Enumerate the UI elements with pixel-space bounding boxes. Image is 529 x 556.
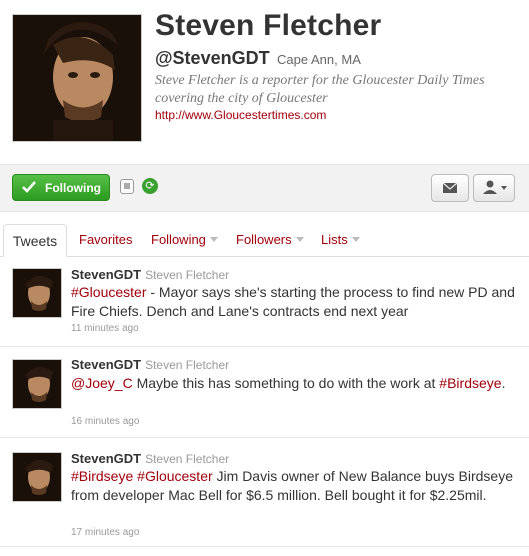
check-icon — [22, 181, 36, 193]
profile-tabs: Tweets Favorites Following Followers Lis… — [0, 224, 529, 257]
user-actions-button[interactable] — [473, 174, 515, 202]
tab-tweets-label: Tweets — [12, 233, 58, 249]
action-bar: Following ⟳ — [0, 164, 529, 212]
profile-avatar[interactable] — [12, 14, 142, 142]
tweet-fullname: Steven Fletcher — [145, 358, 230, 372]
tab-lists[interactable]: Lists — [321, 224, 360, 255]
tweet-username[interactable]: StevenGDT — [71, 357, 141, 372]
following-label: Following — [45, 181, 101, 195]
tweet-body-end: . — [501, 375, 506, 391]
profile-name: Steven Fletcher — [155, 9, 382, 42]
mention-link[interactable]: @Joey_C — [71, 375, 133, 391]
device-updates-icon[interactable] — [120, 179, 134, 194]
handle-line: @StevenGDT Cape Ann, MA — [155, 48, 361, 69]
tweet-item[interactable]: StevenGDT Steven Fletcher #Birdseye #Glou… — [0, 438, 529, 547]
message-button[interactable] — [431, 174, 469, 202]
tweet-text: #Birdseye #Gloucester Jim Davis owner of… — [71, 467, 521, 505]
hashtag-link[interactable]: #Gloucester — [71, 284, 146, 300]
tab-favorites-label: Favorites — [79, 232, 133, 247]
retweet-toggle-icon[interactable]: ⟳ — [142, 178, 158, 194]
tweet-username[interactable]: StevenGDT — [71, 267, 141, 282]
tab-following[interactable]: Following — [151, 224, 218, 255]
profile-url[interactable]: http://www.Gloucestertimes.com — [155, 108, 326, 122]
tweet-username[interactable]: StevenGDT — [71, 451, 141, 466]
tab-favorites[interactable]: Favorites — [79, 224, 132, 255]
tweet-text: #Gloucester - Mayor says she's starting … — [71, 283, 521, 321]
following-button[interactable]: Following — [12, 174, 110, 201]
tab-tweets[interactable]: Tweets — [3, 224, 67, 257]
tweet-avatar[interactable] — [12, 268, 62, 318]
tweet-body: Maybe this has something to do with the … — [132, 375, 440, 391]
tab-following-label: Following — [151, 232, 206, 247]
hashtag-link[interactable]: #Birdseye — [71, 468, 133, 484]
profile-bio: Steve Fletcher is a reporter for the Glo… — [155, 73, 485, 106]
tweet-user[interactable]: StevenGDT Steven Fletcher — [71, 357, 229, 372]
tweet-fullname: Steven Fletcher — [145, 268, 230, 282]
chevron-down-icon — [351, 237, 360, 242]
envelope-icon — [442, 182, 458, 193]
tweet-text: @Joey_C Maybe this has something to do w… — [71, 374, 521, 393]
profile-handle: @StevenGDT — [155, 48, 270, 68]
person-icon — [483, 180, 507, 194]
chevron-down-icon — [295, 237, 304, 242]
tweet-item[interactable]: StevenGDT Steven Fletcher #Gloucester - M… — [0, 258, 529, 347]
tweet-item[interactable]: StevenGDT Steven Fletcher @Joey_C Maybe t… — [0, 347, 529, 438]
tab-followers[interactable]: Followers — [236, 224, 304, 255]
tweet-user[interactable]: StevenGDT Steven Fletcher — [71, 451, 229, 466]
chevron-down-icon — [209, 237, 218, 242]
tweet-avatar[interactable] — [12, 452, 62, 502]
profile-header: Steven Fletcher @StevenGDT Cape Ann, MA … — [0, 0, 529, 158]
hashtag-link[interactable]: #Birdseye — [439, 375, 501, 391]
tweet-timestamp[interactable]: 16 minutes ago — [71, 416, 139, 427]
hashtag-link[interactable]: #Gloucester — [137, 468, 212, 484]
tweet-fullname: Steven Fletcher — [145, 452, 230, 466]
tweet-avatar[interactable] — [12, 359, 62, 409]
profile-location: Cape Ann, MA — [277, 52, 361, 67]
tweet-timestamp[interactable]: 17 minutes ago — [71, 527, 139, 538]
tweet-user[interactable]: StevenGDT Steven Fletcher — [71, 267, 229, 282]
tab-lists-label: Lists — [321, 232, 348, 247]
tweet-timestamp[interactable]: 11 minutes ago — [71, 323, 139, 334]
tab-followers-label: Followers — [236, 232, 292, 247]
